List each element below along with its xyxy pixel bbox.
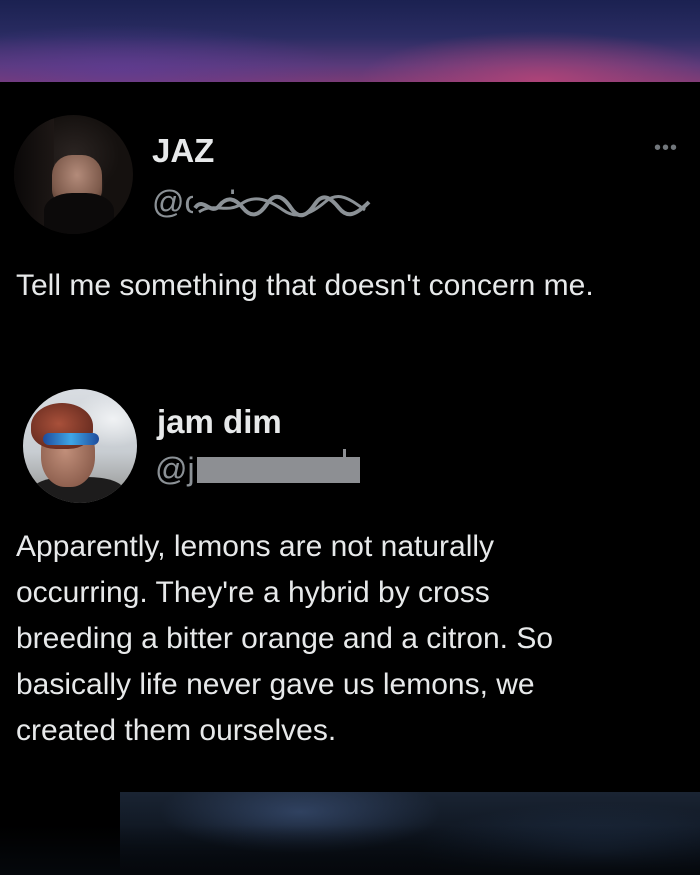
display-name[interactable]: JAZ: [152, 132, 214, 170]
sky-background-top: [0, 0, 700, 82]
handle-redaction-scribble: [193, 194, 371, 218]
screenshot: JAZ @carlaxnxx ••• Tell me something tha…: [0, 0, 700, 875]
handle-redaction-bar: [197, 449, 360, 483]
tweet-text: Apparently, lemons are not naturally occ…: [16, 530, 554, 747]
tweet-thread-card: JAZ @carlaxnxx ••• Tell me something tha…: [0, 82, 700, 792]
display-name[interactable]: jam dim: [157, 403, 282, 441]
more-horizontal-icon[interactable]: •••: [654, 138, 682, 158]
user-handle[interactable]: @j: [155, 451, 195, 488]
avatar[interactable]: [23, 389, 137, 503]
landscape-background-bottom: [0, 792, 700, 875]
tweet-text: Tell me something that doesn't concern m…: [16, 269, 594, 302]
avatar[interactable]: [14, 115, 133, 234]
